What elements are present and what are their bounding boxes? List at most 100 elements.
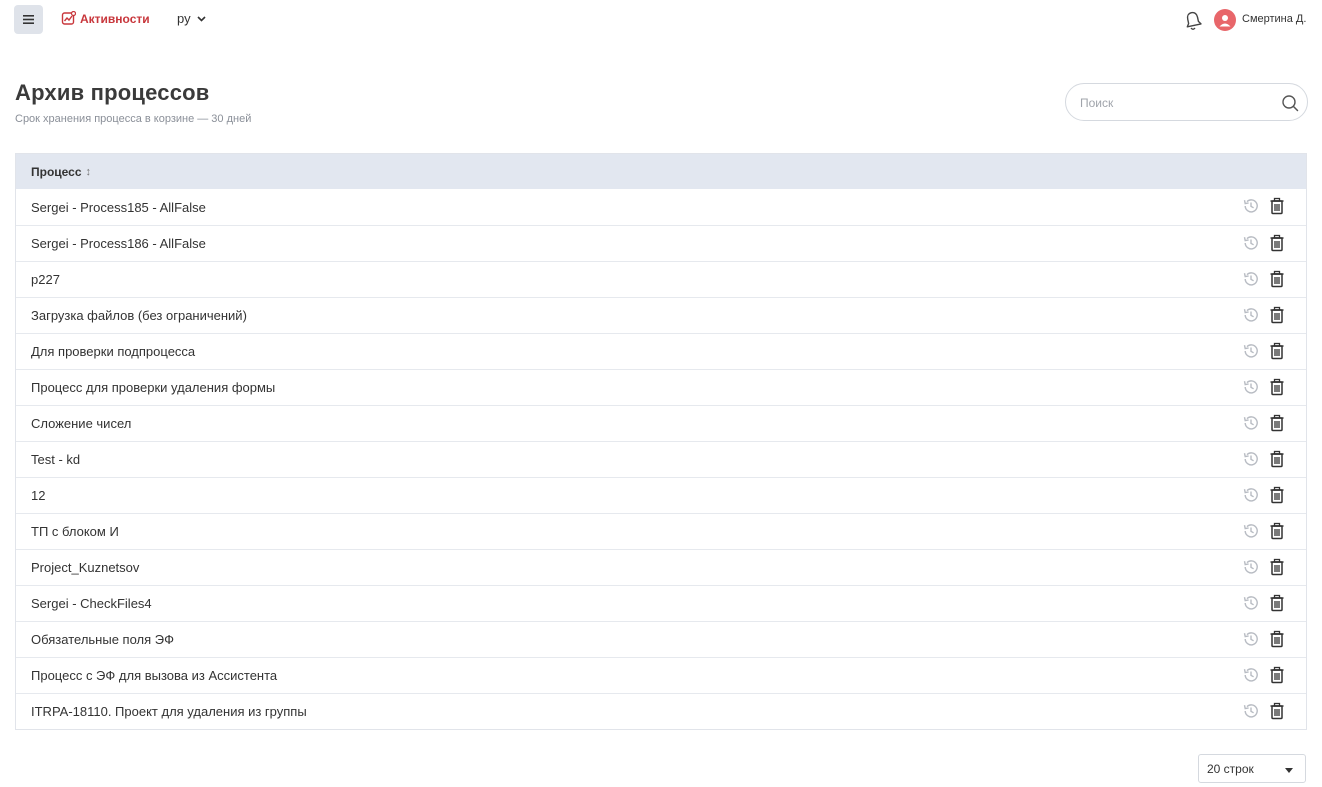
table-row[interactable]: Project_Kuznetsov <box>16 549 1306 585</box>
process-column-header[interactable]: Процесс ↕ <box>31 165 91 179</box>
sort-icon[interactable]: ↕ <box>86 166 92 178</box>
row-actions <box>1242 630 1286 648</box>
restore-icon[interactable] <box>1242 270 1260 288</box>
table-row[interactable]: Процесс для проверки удаления формы <box>16 369 1306 405</box>
restore-icon[interactable] <box>1242 414 1260 432</box>
row-actions <box>1242 522 1286 540</box>
process-name: 12 <box>31 488 46 503</box>
table-header: Процесс ↕ <box>16 154 1306 189</box>
restore-icon[interactable] <box>1242 378 1260 396</box>
row-actions <box>1242 414 1286 432</box>
process-name: Процесс для проверки удаления формы <box>31 380 276 395</box>
user-name[interactable]: Смертина Д. <box>1242 13 1306 25</box>
trash-icon[interactable] <box>1268 378 1286 396</box>
process-name: Процесс с ЭФ для вызова из Ассистента <box>31 668 278 683</box>
process-name: Project_Kuznetsov <box>31 560 140 575</box>
table-row[interactable]: ITRPA-18110. Проект для удаления из груп… <box>16 693 1306 729</box>
row-actions <box>1242 486 1286 504</box>
user-icon <box>1219 15 1231 27</box>
table-row[interactable]: 12 <box>16 477 1306 513</box>
process-name: Sergei - Process186 - AllFalse <box>31 236 206 251</box>
page-title: Архив процессов <box>15 80 210 105</box>
restore-icon[interactable] <box>1242 197 1260 215</box>
trash-icon[interactable] <box>1268 342 1286 360</box>
activity-chart-icon <box>61 11 76 25</box>
process-name: Сложение чисел <box>31 416 132 431</box>
table-row[interactable]: p227 <box>16 261 1306 297</box>
process-name: Sergei - Process185 - AllFalse <box>31 199 206 215</box>
restore-icon[interactable] <box>1242 666 1260 684</box>
trash-icon[interactable] <box>1268 630 1286 648</box>
process-name: Обязательные поля ЭФ <box>31 632 174 647</box>
search-icon[interactable] <box>1281 94 1299 112</box>
row-actions <box>1242 342 1286 360</box>
restore-icon[interactable] <box>1242 342 1260 360</box>
table-row[interactable]: Сложение чисел <box>16 405 1306 441</box>
trash-icon[interactable] <box>1268 450 1286 468</box>
table-row[interactable]: Для проверки подпроцесса <box>16 333 1306 369</box>
process-name: ITRPA-18110. Проект для удаления из груп… <box>31 704 307 719</box>
restore-icon[interactable] <box>1242 234 1260 252</box>
restore-icon[interactable] <box>1242 702 1260 720</box>
table-row[interactable]: Sergei - Process186 - AllFalse <box>16 225 1306 261</box>
row-actions <box>1242 197 1286 215</box>
language-selector[interactable]: ру <box>177 11 206 26</box>
trash-icon[interactable] <box>1268 522 1286 540</box>
activities-label: Активности <box>80 11 150 26</box>
row-actions <box>1242 702 1286 720</box>
bell-icon[interactable] <box>1183 10 1203 32</box>
row-actions <box>1242 450 1286 468</box>
process-name: Загрузка файлов (без ограничений) <box>31 308 247 323</box>
search-box <box>1065 83 1308 121</box>
restore-icon[interactable] <box>1242 558 1260 576</box>
table-row[interactable]: Загрузка файлов (без ограничений) <box>16 297 1306 333</box>
rows-per-page-select[interactable]: 20 строк <box>1198 754 1306 783</box>
row-actions <box>1242 234 1286 252</box>
chevron-down-icon <box>197 15 206 22</box>
trash-icon[interactable] <box>1268 666 1286 684</box>
process-column-label: Процесс <box>31 164 82 179</box>
trash-icon[interactable] <box>1268 414 1286 432</box>
table-row[interactable]: Процесс с ЭФ для вызова из Ассистента <box>16 657 1306 693</box>
restore-icon[interactable] <box>1242 306 1260 324</box>
process-name: Sergei - CheckFiles4 <box>31 596 152 611</box>
trash-icon[interactable] <box>1268 234 1286 252</box>
row-actions <box>1242 270 1286 288</box>
restore-icon[interactable] <box>1242 450 1260 468</box>
restore-icon[interactable] <box>1242 630 1260 648</box>
caret-down-icon <box>1285 768 1293 773</box>
table-row[interactable]: ТП с блоком И <box>16 513 1306 549</box>
table-body: Sergei - Process185 - AllFalse Sergei - P… <box>16 189 1306 729</box>
trash-icon[interactable] <box>1268 306 1286 324</box>
rows-per-page-value: 20 строк <box>1207 761 1254 776</box>
top-bar: Активности ру Смертина Д. <box>0 0 1322 40</box>
trash-icon[interactable] <box>1268 702 1286 720</box>
trash-icon[interactable] <box>1268 558 1286 576</box>
table-row[interactable]: Sergei - CheckFiles4 <box>16 585 1306 621</box>
trash-icon[interactable] <box>1268 594 1286 612</box>
avatar[interactable] <box>1214 9 1236 31</box>
trash-icon[interactable] <box>1268 197 1286 215</box>
row-actions <box>1242 666 1286 684</box>
search-input[interactable] <box>1080 93 1270 113</box>
row-actions <box>1242 378 1286 396</box>
restore-icon[interactable] <box>1242 594 1260 612</box>
menu-button[interactable] <box>14 5 43 34</box>
table-row[interactable]: Обязательные поля ЭФ <box>16 621 1306 657</box>
row-actions <box>1242 306 1286 324</box>
language-value: ру <box>177 11 191 26</box>
hamburger-icon <box>23 15 34 24</box>
restore-icon[interactable] <box>1242 522 1260 540</box>
table-row[interactable]: Test - kd <box>16 441 1306 477</box>
row-actions <box>1242 594 1286 612</box>
process-name: ТП с блоком И <box>31 524 119 539</box>
process-name: Для проверки подпроцесса <box>31 344 196 359</box>
process-table: Процесс ↕ Sergei - Process185 - AllFalse… <box>15 153 1307 730</box>
table-row[interactable]: Sergei - Process185 - AllFalse <box>16 189 1306 225</box>
trash-icon[interactable] <box>1268 270 1286 288</box>
activities-link[interactable]: Активности <box>61 11 150 26</box>
row-actions <box>1242 558 1286 576</box>
restore-icon[interactable] <box>1242 486 1260 504</box>
process-name: Test - kd <box>31 452 81 467</box>
trash-icon[interactable] <box>1268 486 1286 504</box>
